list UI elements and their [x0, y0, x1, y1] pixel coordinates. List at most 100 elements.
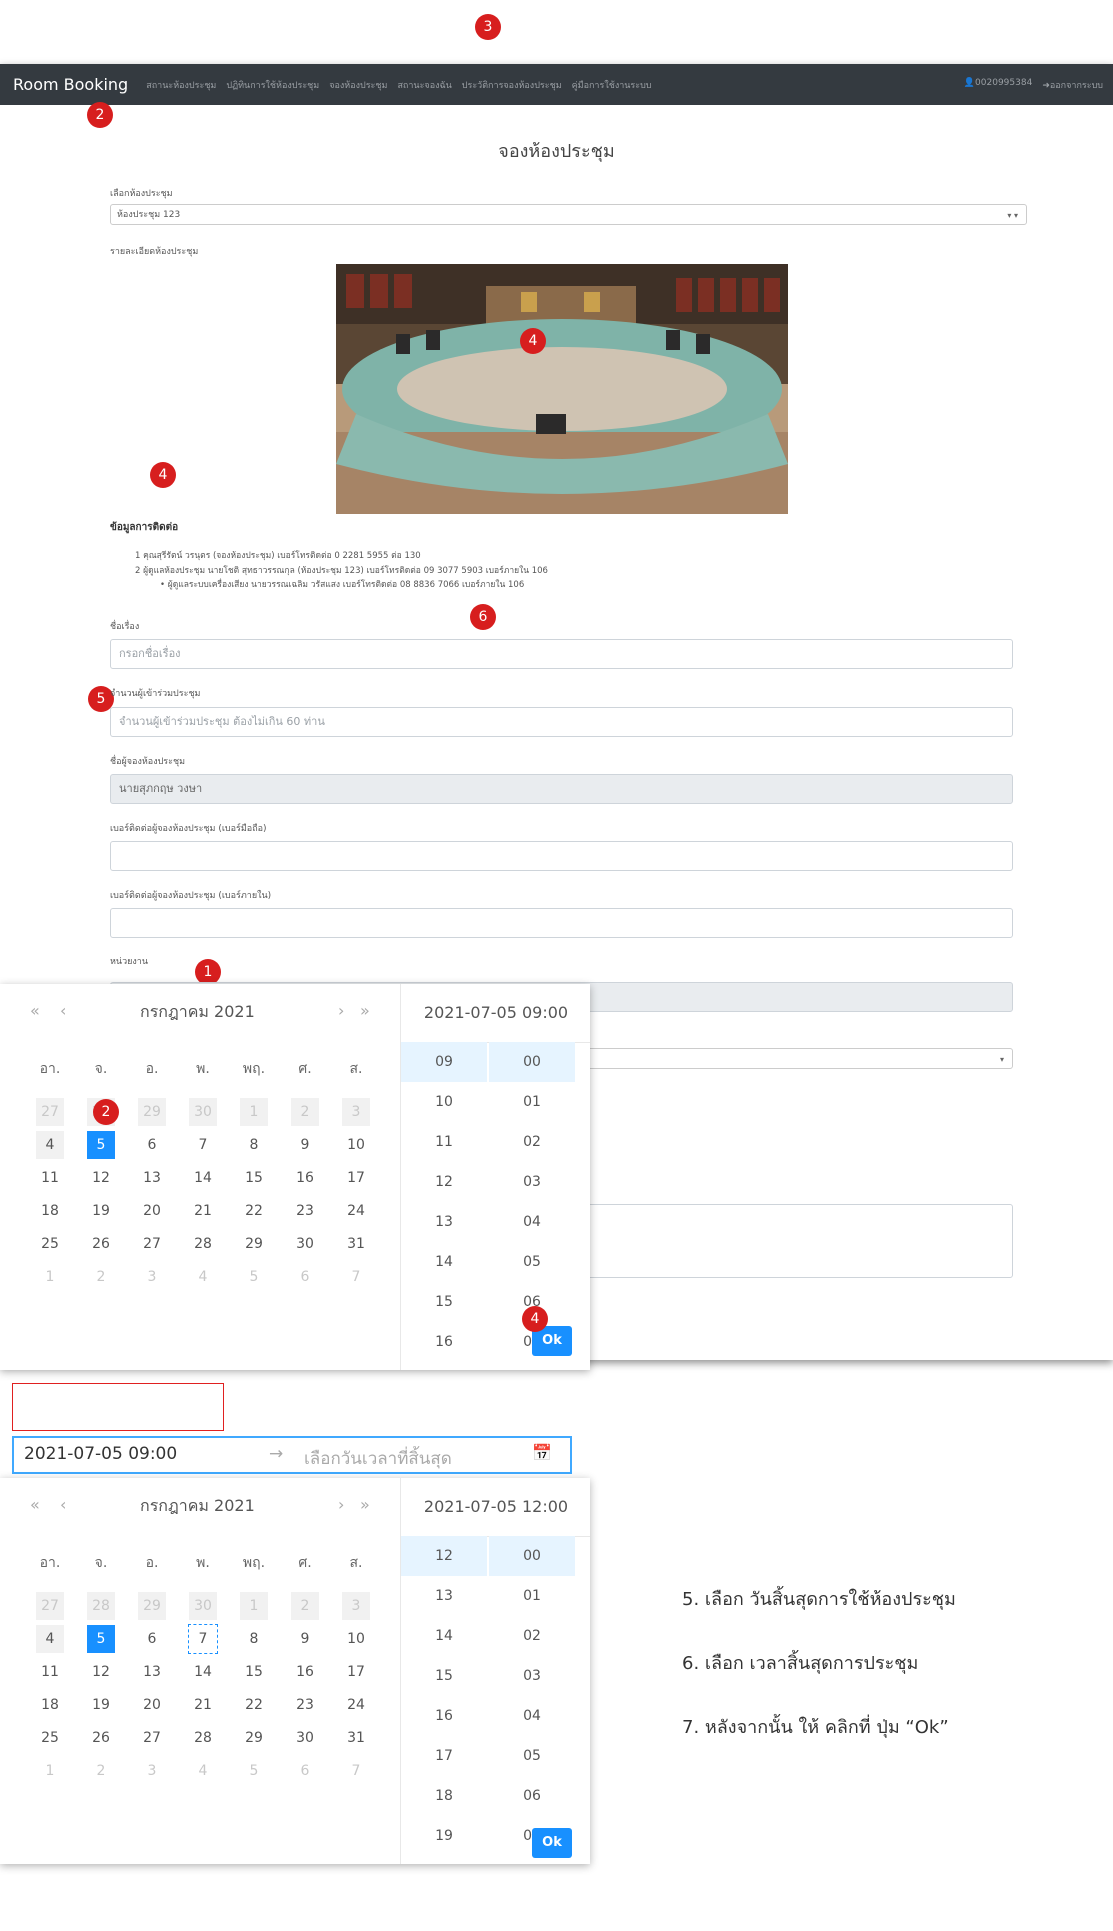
prev-month-icon[interactable]: ‹: [60, 1001, 66, 1020]
minute-option[interactable]: 00: [489, 1042, 575, 1082]
minute-option[interactable]: 06: [489, 1776, 575, 1816]
nav-calendar[interactable]: ปฏิทินการใช้ห้องประชุม: [226, 78, 319, 92]
hour-option[interactable]: 15: [401, 1656, 487, 1696]
day-cell[interactable]: 1: [36, 1263, 64, 1291]
day-cell[interactable]: 20: [138, 1691, 166, 1719]
day-cell[interactable]: 4: [189, 1263, 217, 1291]
next-month-icon[interactable]: ›: [338, 1001, 344, 1020]
mobile-input[interactable]: [110, 841, 1013, 871]
day-cell[interactable]: 6: [291, 1757, 319, 1785]
day-cell[interactable]: 23: [291, 1197, 319, 1225]
day-cell[interactable]: 1: [36, 1757, 64, 1785]
day-cell[interactable]: 3: [342, 1592, 370, 1620]
day-cell[interactable]: 3: [342, 1098, 370, 1126]
day-cell[interactable]: 9: [291, 1131, 319, 1159]
nav-my-bookings[interactable]: สถานะจองฉัน: [397, 78, 451, 92]
ok-button-2[interactable]: Ok: [532, 1828, 572, 1858]
day-cell[interactable]: 19: [87, 1691, 115, 1719]
day-cell[interactable]: 29: [240, 1724, 268, 1752]
day-cell[interactable]: 22: [240, 1197, 268, 1225]
day-cell[interactable]: 30: [291, 1230, 319, 1258]
day-cell[interactable]: 5: [87, 1625, 115, 1653]
day-cell[interactable]: 14: [189, 1658, 217, 1686]
day-cell[interactable]: 27: [36, 1592, 64, 1620]
next-year-icon[interactable]: »: [360, 1001, 370, 1020]
day-cell[interactable]: 28: [87, 1592, 115, 1620]
day-cell[interactable]: 2: [87, 1757, 115, 1785]
hour-option[interactable]: 14: [401, 1616, 487, 1656]
day-cell[interactable]: 25: [36, 1230, 64, 1258]
hour-option[interactable]: 14: [401, 1242, 487, 1282]
hour-option[interactable]: 12: [401, 1162, 487, 1202]
day-cell[interactable]: 15: [240, 1164, 268, 1192]
day-cell[interactable]: 4: [189, 1757, 217, 1785]
next-month-icon[interactable]: ›: [338, 1495, 344, 1514]
day-cell[interactable]: 24: [342, 1691, 370, 1719]
prev-year-icon[interactable]: «: [30, 1001, 40, 1020]
day-cell[interactable]: 18: [36, 1197, 64, 1225]
minute-option[interactable]: 02: [489, 1122, 575, 1162]
day-cell[interactable]: 11: [36, 1164, 64, 1192]
minute-option[interactable]: 03: [489, 1656, 575, 1696]
minute-option[interactable]: 05: [489, 1736, 575, 1776]
day-cell[interactable]: 14: [189, 1164, 217, 1192]
calendar-icon[interactable]: 📅: [532, 1443, 552, 1462]
minute-option[interactable]: 04: [489, 1202, 575, 1242]
day-cell[interactable]: 6: [138, 1131, 166, 1159]
month-year-label[interactable]: กรกฎาคม 2021: [140, 1000, 255, 1025]
nav-manual[interactable]: คู่มือการใช้งานระบบ: [572, 78, 652, 92]
day-cell[interactable]: 29: [240, 1230, 268, 1258]
hour-option[interactable]: 16: [401, 1322, 487, 1362]
topic-input[interactable]: กรอกชื่อเรื่อง: [110, 639, 1013, 669]
day-cell[interactable]: 7: [342, 1263, 370, 1291]
hour-option[interactable]: 13: [401, 1202, 487, 1242]
day-cell[interactable]: 30: [291, 1724, 319, 1752]
day-cell[interactable]: 17: [342, 1658, 370, 1686]
minute-option[interactable]: 03: [489, 1162, 575, 1202]
extension-input[interactable]: [110, 908, 1013, 938]
minute-option[interactable]: 02: [489, 1616, 575, 1656]
month-year-label[interactable]: กรกฎาคม 2021: [140, 1494, 255, 1519]
day-cell[interactable]: 6: [291, 1263, 319, 1291]
hour-option[interactable]: 12: [401, 1536, 487, 1576]
minute-option[interactable]: 05: [489, 1242, 575, 1282]
day-cell[interactable]: 20: [138, 1197, 166, 1225]
day-cell[interactable]: 7: [342, 1757, 370, 1785]
day-cell[interactable]: 7: [188, 1624, 218, 1654]
day-cell[interactable]: 26: [87, 1724, 115, 1752]
day-cell[interactable]: 27: [138, 1230, 166, 1258]
hour-option[interactable]: 13: [401, 1576, 487, 1616]
day-cell[interactable]: 3: [138, 1757, 166, 1785]
logout-link[interactable]: ➜ออกจากระบบ: [1042, 78, 1103, 92]
day-cell[interactable]: 7: [189, 1131, 217, 1159]
day-cell[interactable]: 25: [36, 1724, 64, 1752]
day-cell[interactable]: 21: [189, 1197, 217, 1225]
hour-option[interactable]: 17: [401, 1736, 487, 1776]
hour-option[interactable]: 16: [401, 1696, 487, 1736]
day-cell[interactable]: 1: [240, 1098, 268, 1126]
day-cell[interactable]: 16: [291, 1164, 319, 1192]
next-year-icon[interactable]: »: [360, 1495, 370, 1514]
datetime-range-input[interactable]: 2021-07-05 09:00 → เลือกวันเวลาที่สิ้นสุ…: [12, 1436, 572, 1474]
day-cell[interactable]: 4: [36, 1131, 64, 1159]
day-cell[interactable]: 27: [36, 1098, 64, 1126]
day-cell[interactable]: 17: [342, 1164, 370, 1192]
day-cell[interactable]: 26: [87, 1230, 115, 1258]
day-cell[interactable]: 5: [87, 1131, 115, 1159]
day-cell[interactable]: 29: [138, 1098, 166, 1126]
prev-month-icon[interactable]: ‹: [60, 1495, 66, 1514]
day-cell[interactable]: 8: [240, 1625, 268, 1653]
day-cell[interactable]: 30: [189, 1592, 217, 1620]
day-cell[interactable]: 28: [189, 1724, 217, 1752]
day-cell[interactable]: 4: [36, 1625, 64, 1653]
day-cell[interactable]: 10: [342, 1131, 370, 1159]
range-start-value[interactable]: 2021-07-05 09:00: [24, 1444, 177, 1464]
nav-book-room[interactable]: จองห้องประชุม: [329, 78, 387, 92]
day-cell[interactable]: 15: [240, 1658, 268, 1686]
minute-option[interactable]: 01: [489, 1576, 575, 1616]
brand[interactable]: Room Booking: [13, 75, 128, 94]
day-cell[interactable]: 28: [189, 1230, 217, 1258]
prev-year-icon[interactable]: «: [30, 1495, 40, 1514]
day-cell[interactable]: 1: [240, 1592, 268, 1620]
hour-option[interactable]: 15: [401, 1282, 487, 1322]
